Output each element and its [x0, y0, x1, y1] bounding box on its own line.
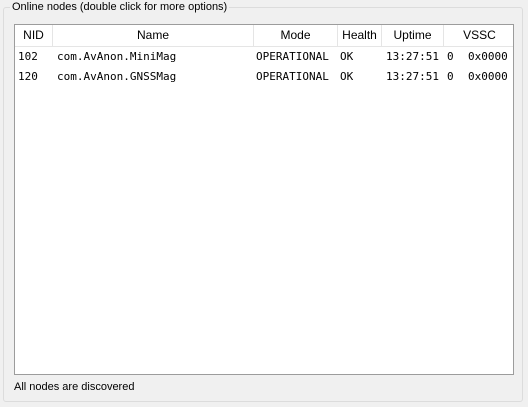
cell-nid: 102: [18, 50, 38, 63]
cell-uptime: 13:27:51: [386, 50, 439, 63]
column-header-vssc[interactable]: VSSC: [444, 25, 513, 46]
cell-vssc-index: 0: [447, 70, 454, 83]
cell-nid: 120: [18, 70, 38, 83]
table-row[interactable]: 102 com.AvAnon.MiniMag OPERATIONAL OK 13…: [15, 47, 513, 67]
cell-mode: OPERATIONAL: [256, 70, 329, 83]
cell-name: com.AvAnon.MiniMag: [57, 50, 177, 63]
cell-vssc-index: 0: [447, 50, 454, 63]
cell-vssc: 0x0000: [468, 50, 508, 63]
column-header-nid[interactable]: NID: [15, 25, 53, 46]
cell-name: com.AvAnon.GNSSMag: [57, 70, 177, 83]
column-header-name[interactable]: Name: [53, 25, 254, 46]
column-header-health[interactable]: Health: [338, 25, 382, 46]
nodes-table[interactable]: NID Name Mode Health Uptime VSSC 102 com…: [14, 24, 514, 375]
column-header-uptime[interactable]: Uptime: [382, 25, 444, 46]
cell-vssc: 0x0000: [468, 70, 508, 83]
table-row[interactable]: 120 com.AvAnon.GNSSMag OPERATIONAL OK 13…: [15, 67, 513, 87]
cell-uptime: 13:27:51: [386, 70, 439, 83]
column-header-mode[interactable]: Mode: [254, 25, 338, 46]
cell-health: OK: [340, 70, 354, 83]
cell-mode: OPERATIONAL: [256, 50, 329, 63]
group-title: Online nodes (double click for more opti…: [10, 0, 230, 14]
status-text: All nodes are discovered: [14, 381, 135, 393]
table-header: NID Name Mode Health Uptime VSSC: [15, 25, 513, 47]
cell-health: OK: [340, 50, 354, 63]
